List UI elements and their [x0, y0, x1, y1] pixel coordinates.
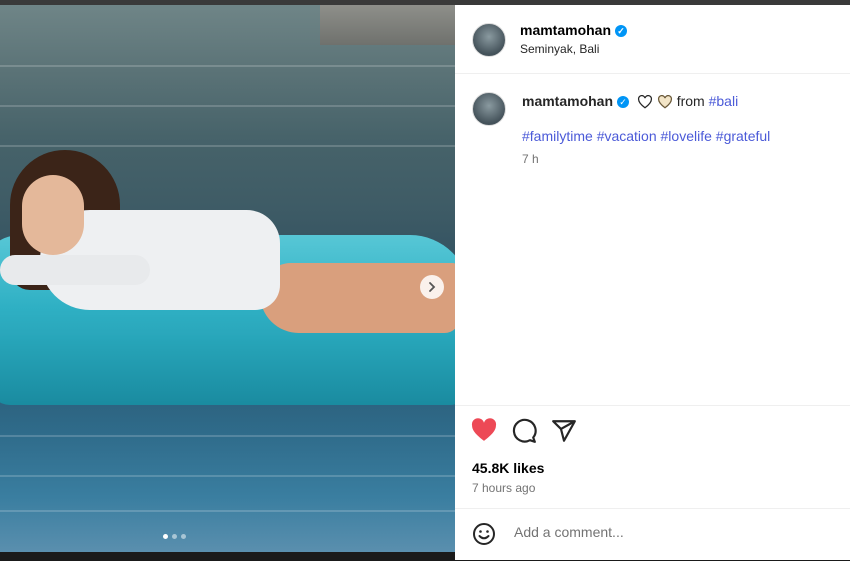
- carousel-dot: [172, 534, 177, 539]
- post-time[interactable]: 7 hours ago: [472, 481, 535, 495]
- person-face: [22, 175, 84, 255]
- person-leg: [260, 263, 455, 333]
- post-image: [0, 5, 455, 552]
- water-ripple: [0, 65, 455, 67]
- heart-icon: [471, 418, 497, 441]
- hashtag-link[interactable]: #grateful: [716, 128, 770, 144]
- hashtag-link[interactable]: #vacation: [597, 128, 657, 144]
- caption-hashtags: #familytime #vacation #lovelife #gratefu…: [522, 128, 770, 144]
- header-username[interactable]: mamtamohan ✓: [520, 22, 628, 38]
- username-text[interactable]: mamtamohan: [520, 22, 611, 38]
- avatar[interactable]: [472, 23, 506, 57]
- caption-from: from: [676, 93, 705, 109]
- pool-lounger-front: [0, 335, 455, 405]
- caption-timestamp[interactable]: 7 h: [522, 152, 539, 166]
- like-button[interactable]: [471, 418, 499, 446]
- water-ripple: [0, 145, 455, 147]
- caption: mamtamohan ✓ from #bali: [522, 93, 738, 109]
- water-ripple: [0, 435, 455, 437]
- water-ripple: [0, 510, 455, 512]
- heart-hands-icon: [657, 95, 672, 109]
- comment-input[interactable]: [512, 523, 816, 541]
- heart-outline-icon: [637, 95, 652, 109]
- emoji-button[interactable]: [472, 522, 496, 546]
- water-ripple: [0, 105, 455, 107]
- water-ripple: [0, 475, 455, 477]
- carousel-dot: [181, 534, 186, 539]
- caption-username[interactable]: mamtamohan: [522, 93, 613, 109]
- comment-button[interactable]: [511, 418, 539, 446]
- verified-badge-icon: ✓: [615, 25, 628, 38]
- hashtag-link[interactable]: #familytime: [522, 128, 593, 144]
- hashtag-link[interactable]: #lovelife: [661, 128, 712, 144]
- carousel-next-button[interactable]: [420, 275, 444, 299]
- likes-count[interactable]: 45.8K likes: [472, 460, 544, 476]
- share-button[interactable]: [551, 418, 579, 446]
- carousel-dots: [163, 534, 186, 539]
- carousel-dot-active: [163, 534, 168, 539]
- chevron-right-icon: [429, 282, 436, 292]
- caption-hashtag-bali[interactable]: #bali: [709, 93, 739, 109]
- location-link[interactable]: Seminyak, Bali: [520, 42, 599, 56]
- comment-icon: [512, 418, 537, 443]
- post-panel: mamtamohan ✓ Seminyak, Bali mamtamohan ✓ f…: [455, 5, 850, 560]
- post-header: mamtamohan ✓ Seminyak, Bali: [455, 5, 850, 74]
- send-icon: [552, 420, 576, 442]
- person-arm: [0, 255, 150, 285]
- caption-avatar[interactable]: [472, 92, 506, 126]
- emoji-icon: [473, 523, 495, 545]
- pool-deck: [320, 5, 455, 45]
- action-bar: [455, 405, 850, 406]
- verified-badge-icon: ✓: [617, 96, 630, 109]
